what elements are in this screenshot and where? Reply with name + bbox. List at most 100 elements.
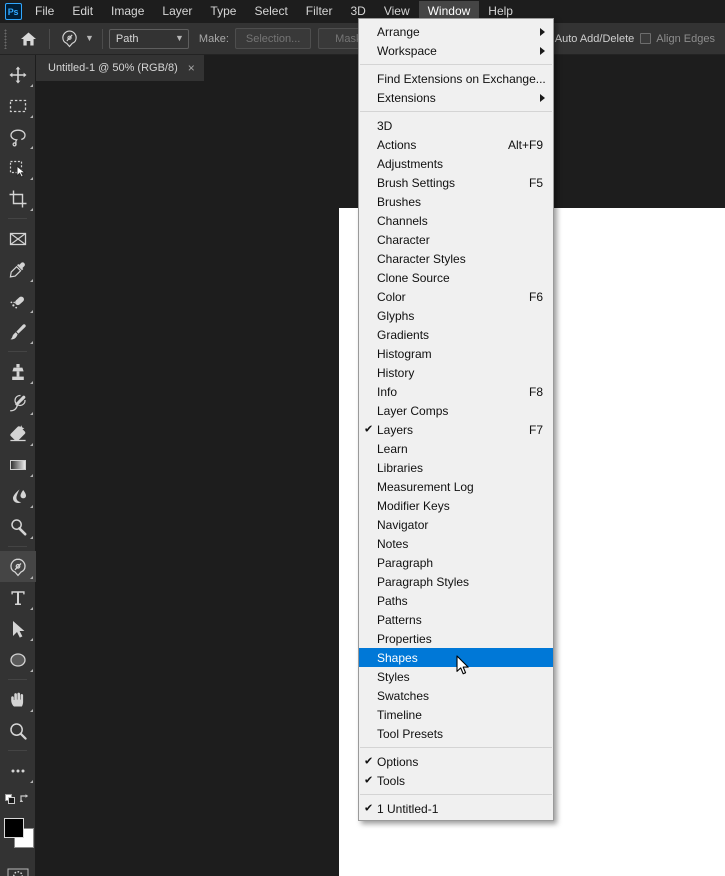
menu-item-brush-settings[interactable]: Brush Settings F5 (359, 173, 553, 192)
menu-item-color[interactable]: Color F6 (359, 287, 553, 306)
menu-item-history[interactable]: History (359, 363, 553, 382)
menubar-item-edit[interactable]: Edit (63, 1, 102, 23)
make-selection-button[interactable]: Selection... (234, 28, 312, 49)
menubar-item-type[interactable]: Type (201, 1, 245, 23)
menu-item-label: Shapes (377, 650, 418, 665)
clone-stamp-tool[interactable] (0, 356, 36, 387)
history-brush-tool[interactable] (0, 387, 36, 418)
menu-item-navigator[interactable]: Navigator (359, 515, 553, 534)
close-icon[interactable]: × (188, 62, 195, 74)
menu-item-paragraph-styles[interactable]: Paragraph Styles (359, 572, 553, 591)
type-tool[interactable] (0, 582, 36, 613)
menu-item-adjustments[interactable]: Adjustments (359, 154, 553, 173)
menu-item-workspace[interactable]: Workspace (359, 41, 553, 60)
menu-item-label: Brush Settings (377, 175, 456, 190)
quick-mask-toggle[interactable] (0, 860, 36, 876)
menu-item-histogram[interactable]: Histogram (359, 344, 553, 363)
menu-item-brushes[interactable]: Brushes (359, 192, 553, 211)
marquee-tool[interactable] (0, 90, 36, 121)
color-swatches[interactable] (0, 814, 36, 854)
menu-item-properties[interactable]: Properties (359, 629, 553, 648)
type-icon (11, 590, 25, 605)
lasso-tool[interactable] (0, 121, 36, 152)
home-button[interactable] (11, 23, 45, 55)
menu-item-shapes[interactable]: Shapes (359, 648, 553, 667)
frame-tool[interactable] (0, 223, 36, 254)
menu-item-character-styles[interactable]: Character Styles (359, 249, 553, 268)
menu-item-label: Glyphs (377, 308, 415, 323)
menubar-item-layer[interactable]: Layer (153, 1, 201, 23)
gradient-tool[interactable] (0, 449, 36, 480)
menu-item-options[interactable]: ✔ Options (359, 752, 553, 771)
menubar-item-filter[interactable]: Filter (297, 1, 342, 23)
menubar-item-select[interactable]: Select (245, 1, 296, 23)
hand-tool[interactable] (0, 684, 36, 715)
menu-item-libraries[interactable]: Libraries (359, 458, 553, 477)
menu-item-layer-comps[interactable]: Layer Comps (359, 401, 553, 420)
menu-item-clone-source[interactable]: Clone Source (359, 268, 553, 287)
eraser-tool[interactable] (0, 418, 36, 449)
menu-item-tool-presets[interactable]: Tool Presets (359, 724, 553, 743)
menu-item-find-extensions-on-exchange[interactable]: Find Extensions on Exchange... (359, 69, 553, 88)
window-menu-dropdown[interactable]: Arrange Workspace Find Extensions on Excha… (358, 18, 554, 821)
move-tool[interactable] (0, 59, 36, 90)
current-tool-preset[interactable]: ▼ (54, 26, 98, 52)
options-bar-grip[interactable] (0, 23, 11, 55)
menu-item-label: Notes (377, 536, 409, 551)
document-tab[interactable]: Untitled-1 @ 50% (RGB/8) × (36, 55, 205, 81)
menu-item-paragraph[interactable]: Paragraph (359, 553, 553, 572)
zoom-tool[interactable] (0, 715, 36, 746)
menu-item-label: Tools (377, 773, 406, 788)
dodge-tool[interactable] (0, 511, 36, 542)
menu-item-layers[interactable]: ✔ Layers F7 (359, 420, 553, 439)
menu-item-actions[interactable]: Actions Alt+F9 (359, 135, 553, 154)
default-colors-icon[interactable] (4, 792, 16, 810)
menu-item-swatches[interactable]: Swatches (359, 686, 553, 705)
submenu-arrow-icon (540, 27, 545, 36)
chevron-down-icon[interactable]: ▼ (85, 34, 94, 43)
chevron-down-icon[interactable]: ▼ (175, 34, 184, 43)
menu-item-label: Patterns (377, 612, 422, 627)
ellipse-shape-tool[interactable] (0, 644, 36, 675)
menu-item-styles[interactable]: Styles (359, 667, 553, 686)
menu-item-patterns[interactable]: Patterns (359, 610, 553, 629)
tool-separator (8, 351, 27, 352)
menu-item-paths[interactable]: Paths (359, 591, 553, 610)
menu-item-character[interactable]: Character (359, 230, 553, 249)
menu-item-arrange[interactable]: Arrange (359, 22, 553, 41)
menu-item-extensions[interactable]: Extensions (359, 88, 553, 107)
menu-item-info[interactable]: Info F8 (359, 382, 553, 401)
menu-item-glyphs[interactable]: Glyphs (359, 306, 553, 325)
menu-item-tools[interactable]: ✔ Tools (359, 771, 553, 790)
menu-item-gradients[interactable]: Gradients (359, 325, 553, 344)
tool-list (0, 59, 36, 786)
menu-item-3d[interactable]: 3D (359, 116, 553, 135)
menu-item-channels[interactable]: Channels (359, 211, 553, 230)
edit-toolbar-button[interactable] (0, 755, 36, 786)
eyedropper-tool[interactable] (0, 254, 36, 285)
auto-add-delete-option[interactable]: Auto Add/Delete (555, 33, 635, 45)
pen-tool[interactable] (0, 551, 36, 582)
menu-item-1-untitled-1[interactable]: ✔ 1 Untitled-1 (359, 799, 553, 818)
swap-colors-icon[interactable] (19, 792, 31, 810)
path-mode-select[interactable]: Path ▼ (108, 28, 189, 49)
object-selection-tool[interactable] (0, 152, 36, 183)
menu-item-measurement-log[interactable]: Measurement Log (359, 477, 553, 496)
menu-item-learn[interactable]: Learn (359, 439, 553, 458)
menu-item-timeline[interactable]: Timeline (359, 705, 553, 724)
menubar-item-image[interactable]: Image (102, 1, 153, 23)
align-edges-option[interactable]: Align Edges (640, 33, 715, 45)
align-edges-checkbox[interactable] (640, 33, 652, 44)
menu-item-modifier-keys[interactable]: Modifier Keys (359, 496, 553, 515)
menu-item-label: History (377, 365, 415, 380)
brush-tool[interactable] (0, 316, 36, 347)
foreground-color-swatch[interactable] (4, 818, 24, 838)
path-selection-tool[interactable] (0, 613, 36, 644)
spot-healing-brush-tool[interactable] (0, 285, 36, 316)
menu-item-notes[interactable]: Notes (359, 534, 553, 553)
menubar-item-file[interactable]: File (26, 1, 63, 23)
auto-add-delete-label: Auto Add/Delete (554, 32, 635, 45)
crop-tool[interactable] (0, 183, 36, 214)
tool-separator (8, 546, 27, 547)
blur-tool[interactable] (0, 480, 36, 511)
